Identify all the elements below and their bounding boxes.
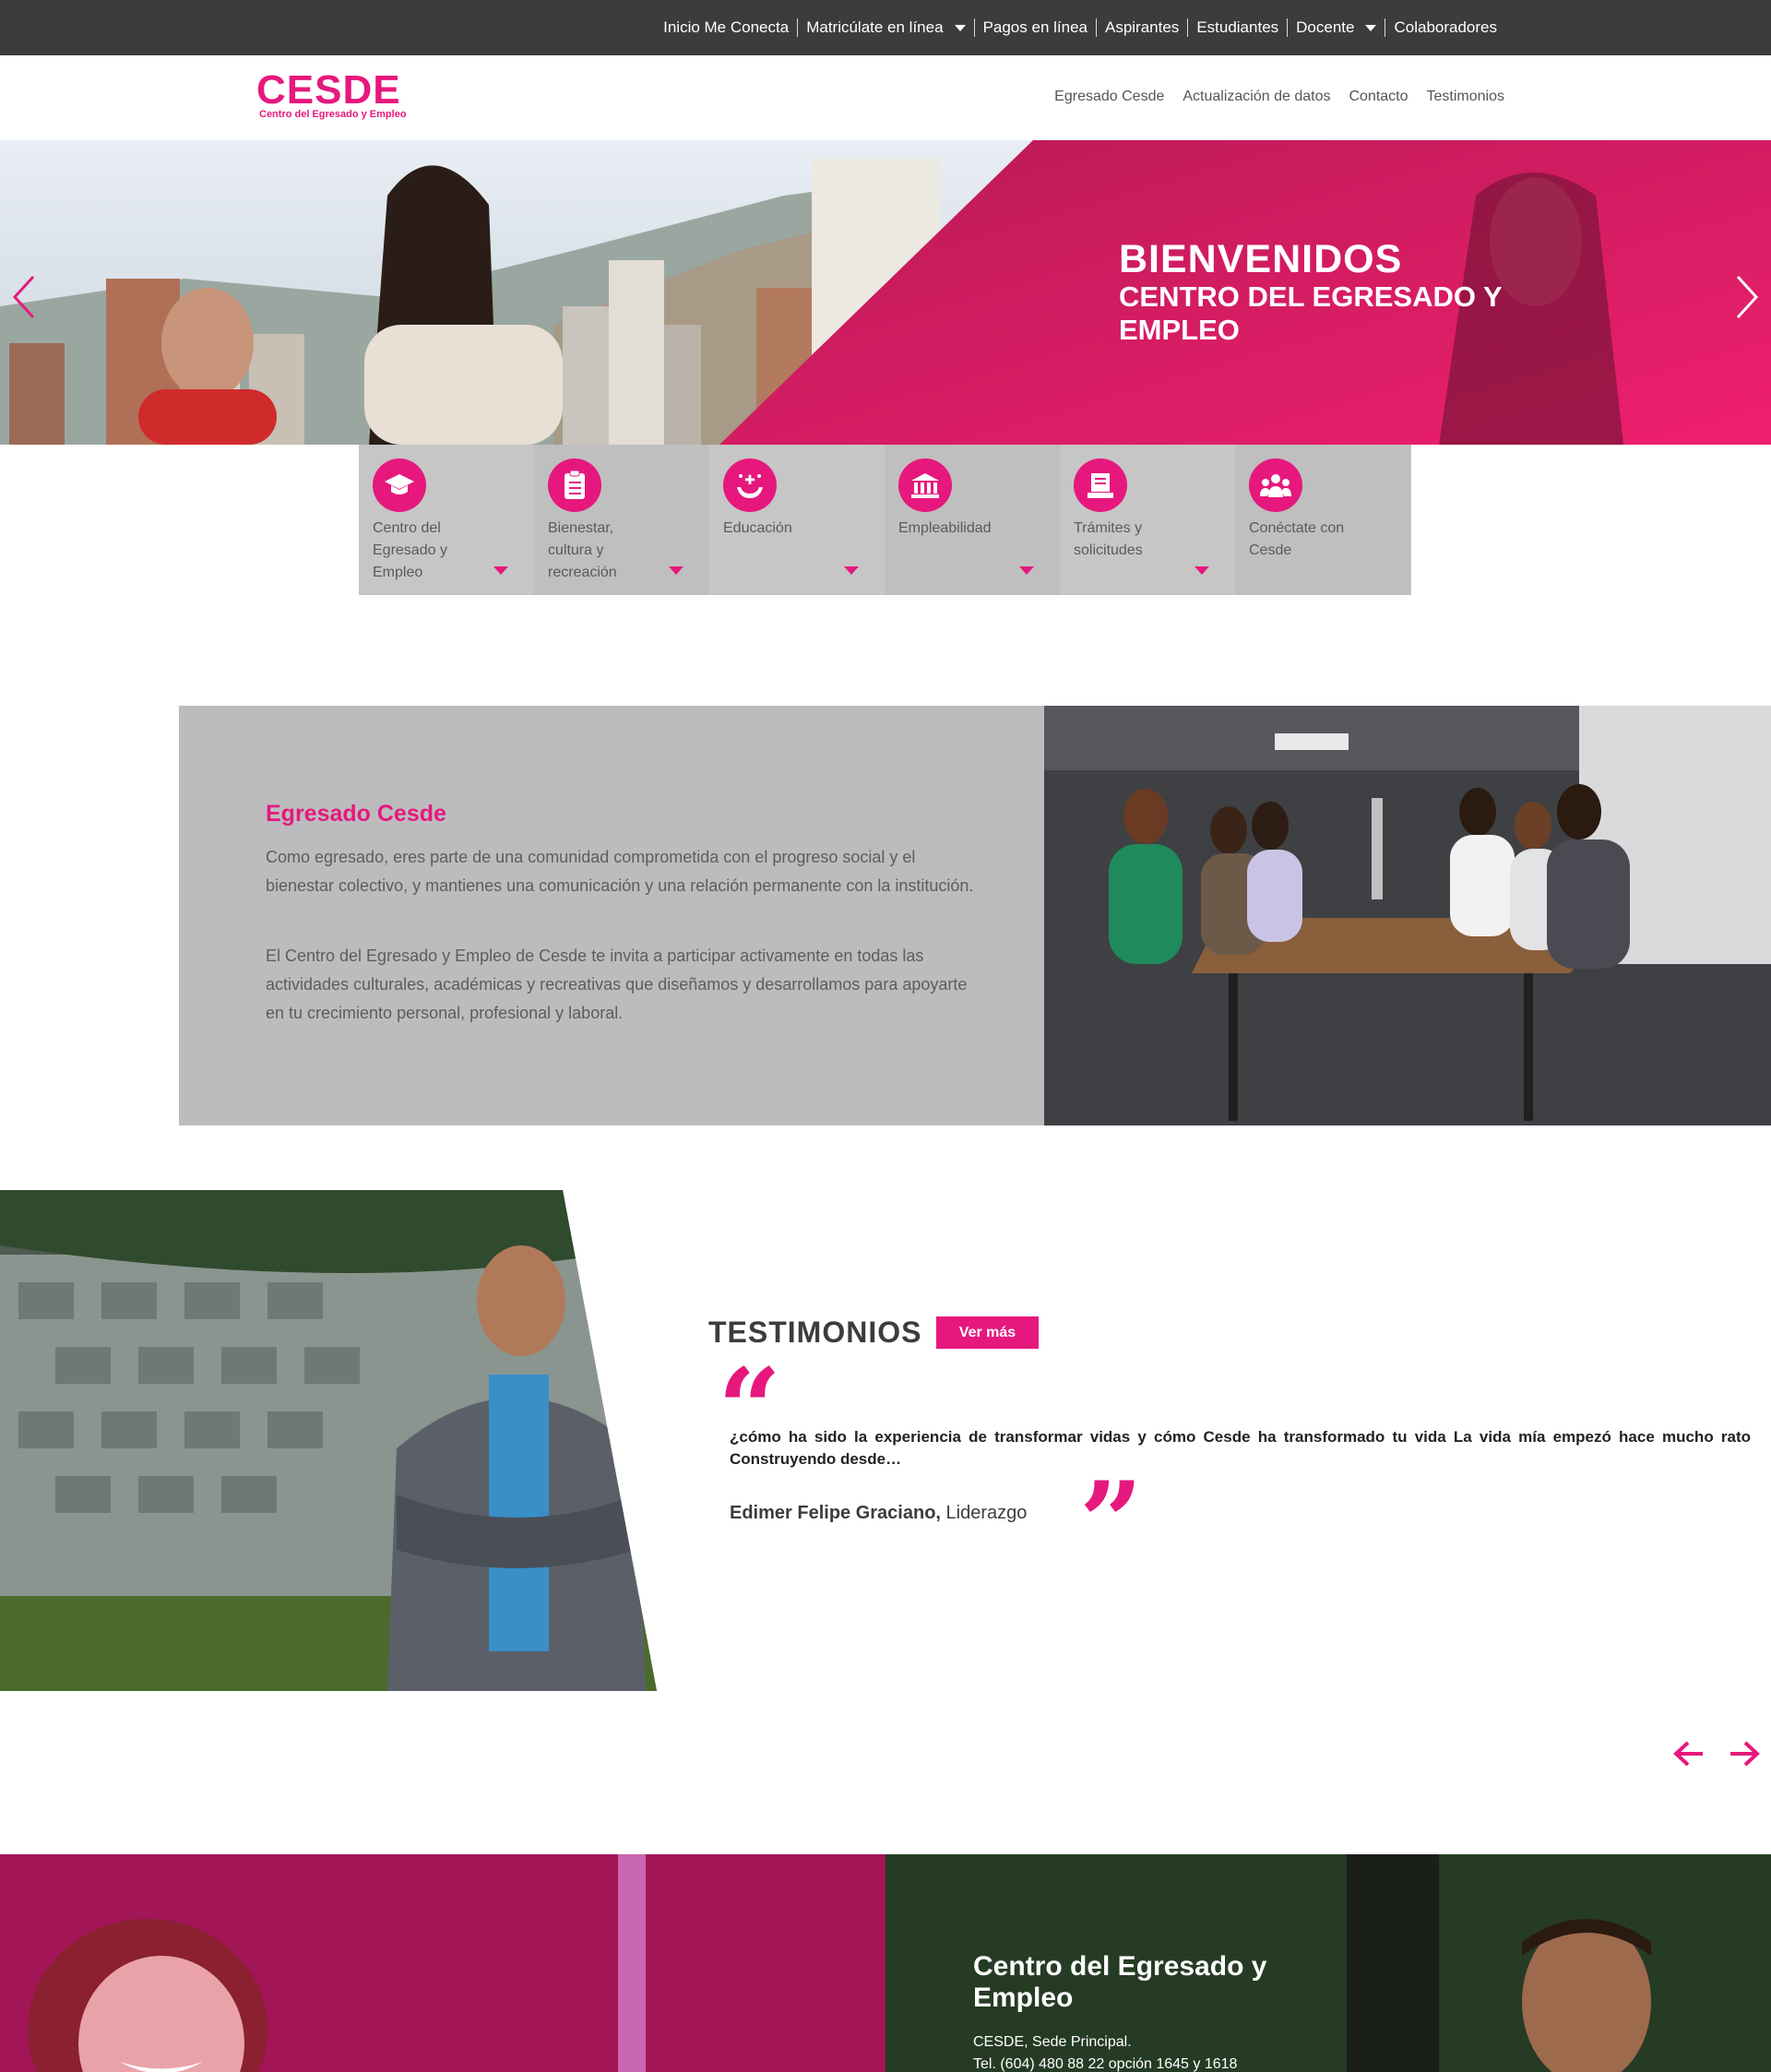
caret-down-icon — [1365, 24, 1377, 31]
document-icon — [1074, 458, 1127, 512]
utility-link-pagos[interactable]: Pagos en línea — [973, 18, 1096, 37]
clipboard-icon — [548, 458, 601, 512]
hands-sparkle-icon: ✚ — [723, 458, 777, 512]
caret-down-icon — [1019, 566, 1034, 575]
hero-subtitle: CENTRO DEL EGRESADO Y EMPLEO — [1119, 280, 1503, 346]
footer-band-address: CESDE, Sede Principal. Tel. (604) 480 88… — [973, 2031, 1237, 2072]
tile-bienestar[interactable]: Bienestar, cultura y recreación — [534, 445, 709, 595]
tile-conectate[interactable]: Conéctate con Cesde — [1235, 445, 1410, 595]
utility-link-colaboradores[interactable]: Colaboradores — [1385, 18, 1505, 37]
top-utility-bar: Inicio Me Conecta Matricúlate en línea P… — [0, 0, 1771, 55]
site-header: CESDE Centro del Egresado y Empleo Egres… — [0, 55, 1771, 140]
footer-band-title: Centro del Egresado y Empleo — [973, 1951, 1267, 2013]
arrow-left-icon — [1673, 1741, 1703, 1767]
hero-title: BIENVENIDOS — [1119, 237, 1403, 281]
utility-link-docente[interactable]: Docente — [1287, 18, 1385, 37]
author-name: Edimer Felipe Graciano, — [730, 1503, 941, 1523]
about-egresado-section: Egresado Cesde Como egresado, eres parte… — [179, 706, 1044, 1125]
footer-photo-left — [0, 1854, 886, 2072]
about-title: Egresado Cesde — [266, 801, 446, 827]
tile-tramites[interactable]: Trámites y solicitudes — [1060, 445, 1235, 595]
about-paragraph-2: El Centro del Egresado y Empleo de Cesde… — [266, 947, 968, 1022]
ver-mas-button[interactable]: Ver más — [936, 1316, 1039, 1349]
utility-nav: Inicio Me Conecta Matricúlate en línea P… — [655, 0, 1505, 55]
logo-subtitle: Centro del Egresado y Empleo — [259, 109, 407, 120]
utility-link-estudiantes[interactable]: Estudiantes — [1187, 18, 1287, 37]
hero-caption: BIENVENIDOS CENTRO DEL EGRESADO Y EMPLEO — [1119, 238, 1543, 347]
about-paragraph-1: Como egresado, eres parte de una comunid… — [266, 848, 974, 895]
testimonial-quote: ¿cómo ha sido la experiencia de transfor… — [730, 1428, 1751, 1468]
tile-empleabilidad[interactable]: Empleabilidad — [885, 445, 1060, 595]
chevron-right-icon — [1736, 275, 1759, 319]
address-line-1: CESDE, Sede Principal. — [973, 2034, 1132, 2050]
caret-down-icon — [1195, 566, 1209, 575]
utility-link-aspirantes[interactable]: Aspirantes — [1095, 18, 1187, 37]
nav-link-testimonios[interactable]: Testimonios — [1427, 89, 1504, 105]
arrow-right-icon — [1730, 1741, 1760, 1767]
nav-link-contacto[interactable]: Contacto — [1349, 89, 1408, 105]
next-testimonial-button[interactable] — [1727, 1736, 1762, 1771]
hero-prev-button[interactable] — [6, 269, 42, 325]
logo-wordmark: CESDE — [256, 67, 401, 113]
prev-testimonial-button[interactable] — [1671, 1736, 1706, 1771]
testimonial-pagination — [1671, 1736, 1762, 1771]
main-nav: Egresado Cesde Actualización de datos Co… — [1054, 89, 1504, 105]
building-icon — [898, 458, 952, 512]
hero-slider: BIENVENIDOS CENTRO DEL EGRESADO Y EMPLEO — [0, 140, 1771, 445]
tile-centro-egresado[interactable]: Centro del Egresado y Empleo — [359, 445, 534, 595]
utility-link-matriculate[interactable]: Matricúlate en línea — [797, 18, 973, 37]
caret-down-icon — [954, 24, 966, 31]
caret-down-icon — [669, 566, 683, 575]
hero-next-button[interactable] — [1729, 269, 1765, 325]
address-line-2: Tel. (604) 480 88 22 opción 1645 y 1618 — [973, 2056, 1238, 2072]
caret-down-icon — [493, 566, 508, 575]
caret-down-icon — [844, 566, 859, 575]
tile-educacion[interactable]: ✚ Educación — [709, 445, 885, 595]
office-group-photo — [1044, 706, 1771, 1125]
quick-access-tiles: Centro del Egresado y Empleo Bienestar, … — [359, 445, 1411, 595]
utility-link-inicio[interactable]: Inicio Me Conecta — [655, 18, 797, 37]
chevron-left-icon — [12, 275, 35, 319]
cesde-logo[interactable]: CESDE Centro del Egresado y Empleo — [256, 67, 418, 124]
nav-link-egresado[interactable]: Egresado Cesde — [1054, 89, 1164, 105]
close-quote-icon: ” — [1079, 1458, 1144, 1588]
testimonial-photo — [0, 1190, 657, 1691]
graduation-cap-icon — [373, 458, 426, 512]
svg-text:✚: ✚ — [744, 473, 755, 488]
author-role: Liderazgo — [945, 1503, 1028, 1523]
nav-link-actualizacion[interactable]: Actualización de datos — [1183, 89, 1330, 105]
testimonial-author: Edimer Felipe Graciano, Liderazgo — [730, 1503, 1027, 1524]
people-group-icon — [1249, 458, 1302, 512]
